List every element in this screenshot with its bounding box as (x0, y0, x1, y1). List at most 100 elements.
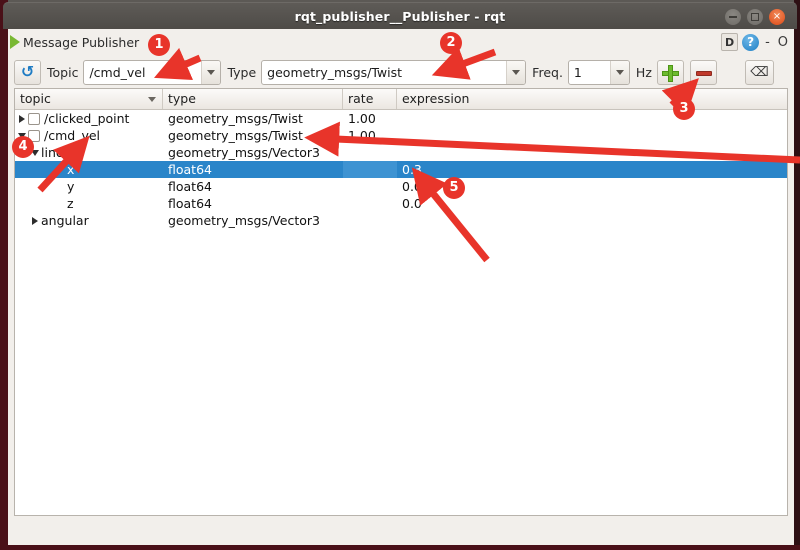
hz-label: Hz (635, 64, 652, 80)
window-right-edge (794, 0, 800, 550)
annotation-badge-3: 3 (673, 98, 695, 120)
topic-name-label: z (67, 196, 74, 211)
cell-topic[interactable]: /clicked_point (15, 110, 163, 127)
freq-input[interactable]: 1 (569, 65, 610, 80)
topic-name-label: linear (41, 145, 77, 160)
cell-rate (343, 195, 397, 212)
plus-icon-vertical (667, 64, 673, 82)
add-publisher-button[interactable] (656, 59, 684, 85)
cell-expression[interactable] (397, 110, 787, 127)
tree-expander-placeholder (54, 178, 67, 195)
cell-type: geometry_msgs/Vector3 (168, 145, 320, 160)
type-label: Type (227, 64, 257, 80)
topic-dropdown-button[interactable] (201, 60, 221, 84)
topic-name-label: /cmd_vel (44, 128, 101, 143)
dock-title-label: Message Publisher (23, 34, 140, 50)
help-icon[interactable]: ? (742, 33, 760, 51)
type-input[interactable]: geometry_msgs/Twist (262, 65, 506, 80)
column-header-label: rate (348, 91, 374, 106)
dock-widget-header: Message Publisher D ? - O (8, 29, 794, 55)
title-bar[interactable]: rqt_publisher__Publisher - rqt × (3, 2, 797, 29)
minimize-icon (729, 16, 737, 18)
cell-topic[interactable]: angular (15, 212, 163, 229)
table-row[interactable]: z float64 0.0 (15, 195, 787, 212)
minus-icon (695, 70, 712, 76)
cell-expression[interactable] (397, 144, 787, 161)
annotation-badge-5: 5 (443, 177, 465, 199)
refresh-button[interactable]: ↻ (14, 59, 41, 85)
freq-combobox[interactable]: 1 (567, 59, 630, 85)
dock-title-group: Message Publisher (10, 32, 139, 52)
cell-expression[interactable] (397, 212, 787, 229)
topic-name-label: x (67, 162, 75, 177)
cell-rate: 1.00 (348, 111, 376, 126)
cell-expression[interactable]: 0.3 (397, 161, 787, 178)
close-icon: × (772, 11, 782, 22)
row-checkbox[interactable] (28, 112, 40, 125)
table-row[interactable]: angular geometry_msgs/Vector3 (15, 212, 787, 229)
tree-expander-toggle[interactable] (28, 212, 41, 229)
maximize-icon (751, 13, 759, 21)
type-combobox[interactable]: geometry_msgs/Twist (261, 59, 527, 85)
column-header-type[interactable]: type (163, 89, 343, 109)
table-row[interactable]: linear geometry_msgs/Vector3 (15, 144, 787, 161)
column-header-rate[interactable]: rate (343, 89, 397, 109)
annotation-badge-1: 1 (148, 34, 170, 56)
freq-label: Freq. (532, 64, 563, 80)
play-triangle-icon (10, 35, 20, 49)
cell-rate: 1.00 (348, 128, 376, 143)
table-row[interactable]: x float64 0.3 (15, 161, 787, 178)
topic-combobox[interactable]: /cmd_vel (83, 59, 222, 85)
chevron-down-icon (512, 69, 521, 75)
cell-type: geometry_msgs/Twist (168, 128, 303, 143)
cell-expression[interactable] (397, 127, 787, 144)
dock-tool-buttons: D ? - O (721, 31, 790, 53)
topic-name-label: /clicked_point (44, 111, 130, 126)
publisher-tree-table[interactable]: topic type rate expression /clicked_point ge… (14, 88, 788, 516)
table-row[interactable]: /cmd_vel geometry_msgs/Twist 1.00 (15, 127, 787, 144)
dock-float-button[interactable]: O (776, 34, 790, 51)
clear-button[interactable]: ⌫ (744, 59, 774, 85)
cell-topic[interactable]: x (15, 161, 163, 178)
cell-topic[interactable]: /cmd_vel (15, 127, 163, 144)
sort-indicator-icon (148, 97, 156, 102)
column-header-label: topic (20, 91, 51, 106)
window-title: rqt_publisher__Publisher - rqt (294, 9, 506, 24)
publisher-toolbar: ↻ Topic /cmd_vel Type geometry_msgs/Twis… (8, 55, 794, 89)
cell-topic[interactable]: linear (15, 144, 163, 161)
remove-publisher-button[interactable] (689, 59, 717, 85)
refresh-icon: ↻ (20, 62, 35, 81)
tree-expander-toggle[interactable] (15, 110, 28, 127)
annotation-badge-4: 4 (12, 136, 34, 158)
window-maximize-button[interactable] (747, 9, 763, 25)
column-header-label: type (168, 91, 196, 106)
column-header-expression[interactable]: expression (397, 89, 787, 109)
table-row[interactable]: /clicked_point geometry_msgs/Twist 1.00 (15, 110, 787, 127)
window-left-edge (0, 0, 8, 550)
window-minimize-button[interactable] (725, 9, 741, 25)
cell-topic[interactable]: z (15, 195, 163, 212)
chevron-down-icon (207, 69, 216, 75)
type-dropdown-button[interactable] (506, 60, 526, 84)
cell-rate (343, 144, 397, 161)
dock-minimize-button[interactable]: - (763, 34, 772, 51)
application-window: rqt_publisher__Publisher - rqt × Message… (0, 0, 800, 550)
window-bottom-edge (0, 545, 800, 550)
cell-type: float64 (168, 196, 212, 211)
window-close-button[interactable]: × (769, 9, 785, 25)
dock-d-button[interactable]: D (721, 33, 739, 51)
cell-type: float64 (168, 162, 212, 177)
freq-dropdown-button[interactable] (609, 60, 629, 84)
cell-type: geometry_msgs/Twist (168, 111, 303, 126)
annotation-badge-2: 2 (440, 32, 462, 54)
table-row[interactable]: y float64 0.0 (15, 178, 787, 195)
column-header-topic[interactable]: topic (15, 89, 163, 109)
cell-type: float64 (168, 179, 212, 194)
table-header-row: topic type rate expression (15, 89, 787, 110)
tree-expander-placeholder (54, 161, 67, 178)
cell-topic[interactable]: y (15, 178, 163, 195)
cell-rate (343, 161, 397, 178)
table-body: /clicked_point geometry_msgs/Twist 1.00/cm… (15, 110, 787, 229)
topic-input[interactable]: /cmd_vel (84, 65, 201, 80)
chevron-right-icon (18, 114, 25, 123)
